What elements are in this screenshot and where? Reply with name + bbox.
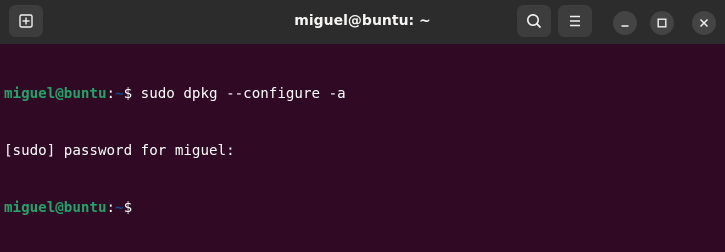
prompt-user: miguel@buntu	[4, 200, 107, 216]
output-text: [sudo] password for miguel:	[4, 143, 235, 159]
maximize-button[interactable]	[650, 11, 674, 35]
search-button[interactable]	[517, 5, 551, 37]
terminal-window: miguel@buntu: ~ miguel@buntu:~$ sudo dpk…	[0, 0, 725, 252]
terminal-line: miguel@buntu:~$ sudo dpkg --configure -a	[4, 85, 725, 104]
terminal-line: [sudo] password for miguel:	[4, 142, 725, 161]
close-button[interactable]	[692, 11, 716, 35]
prompt-user: miguel@buntu	[4, 86, 107, 102]
prompt-symbol: $	[123, 86, 133, 102]
close-icon	[699, 18, 709, 28]
hamburger-menu-icon	[570, 15, 580, 27]
prompt-symbol: $	[123, 200, 133, 216]
minimize-icon	[621, 25, 629, 27]
terminal-line: miguel@buntu:~$	[4, 199, 725, 218]
minimize-button[interactable]	[613, 11, 637, 35]
maximize-icon	[657, 18, 667, 28]
command-text: sudo dpkg --configure -a	[132, 86, 346, 102]
prompt-separator: :	[106, 200, 116, 216]
prompt-path: ~	[115, 200, 124, 216]
prompt-path: ~	[115, 86, 124, 102]
terminal-output[interactable]: miguel@buntu:~$ sudo dpkg --configure -a…	[0, 44, 725, 252]
menu-button[interactable]	[558, 5, 592, 37]
header-bar: miguel@buntu: ~	[0, 0, 725, 44]
prompt-separator: :	[106, 86, 116, 102]
search-icon	[527, 14, 541, 28]
scrollbar[interactable]	[717, 44, 725, 252]
